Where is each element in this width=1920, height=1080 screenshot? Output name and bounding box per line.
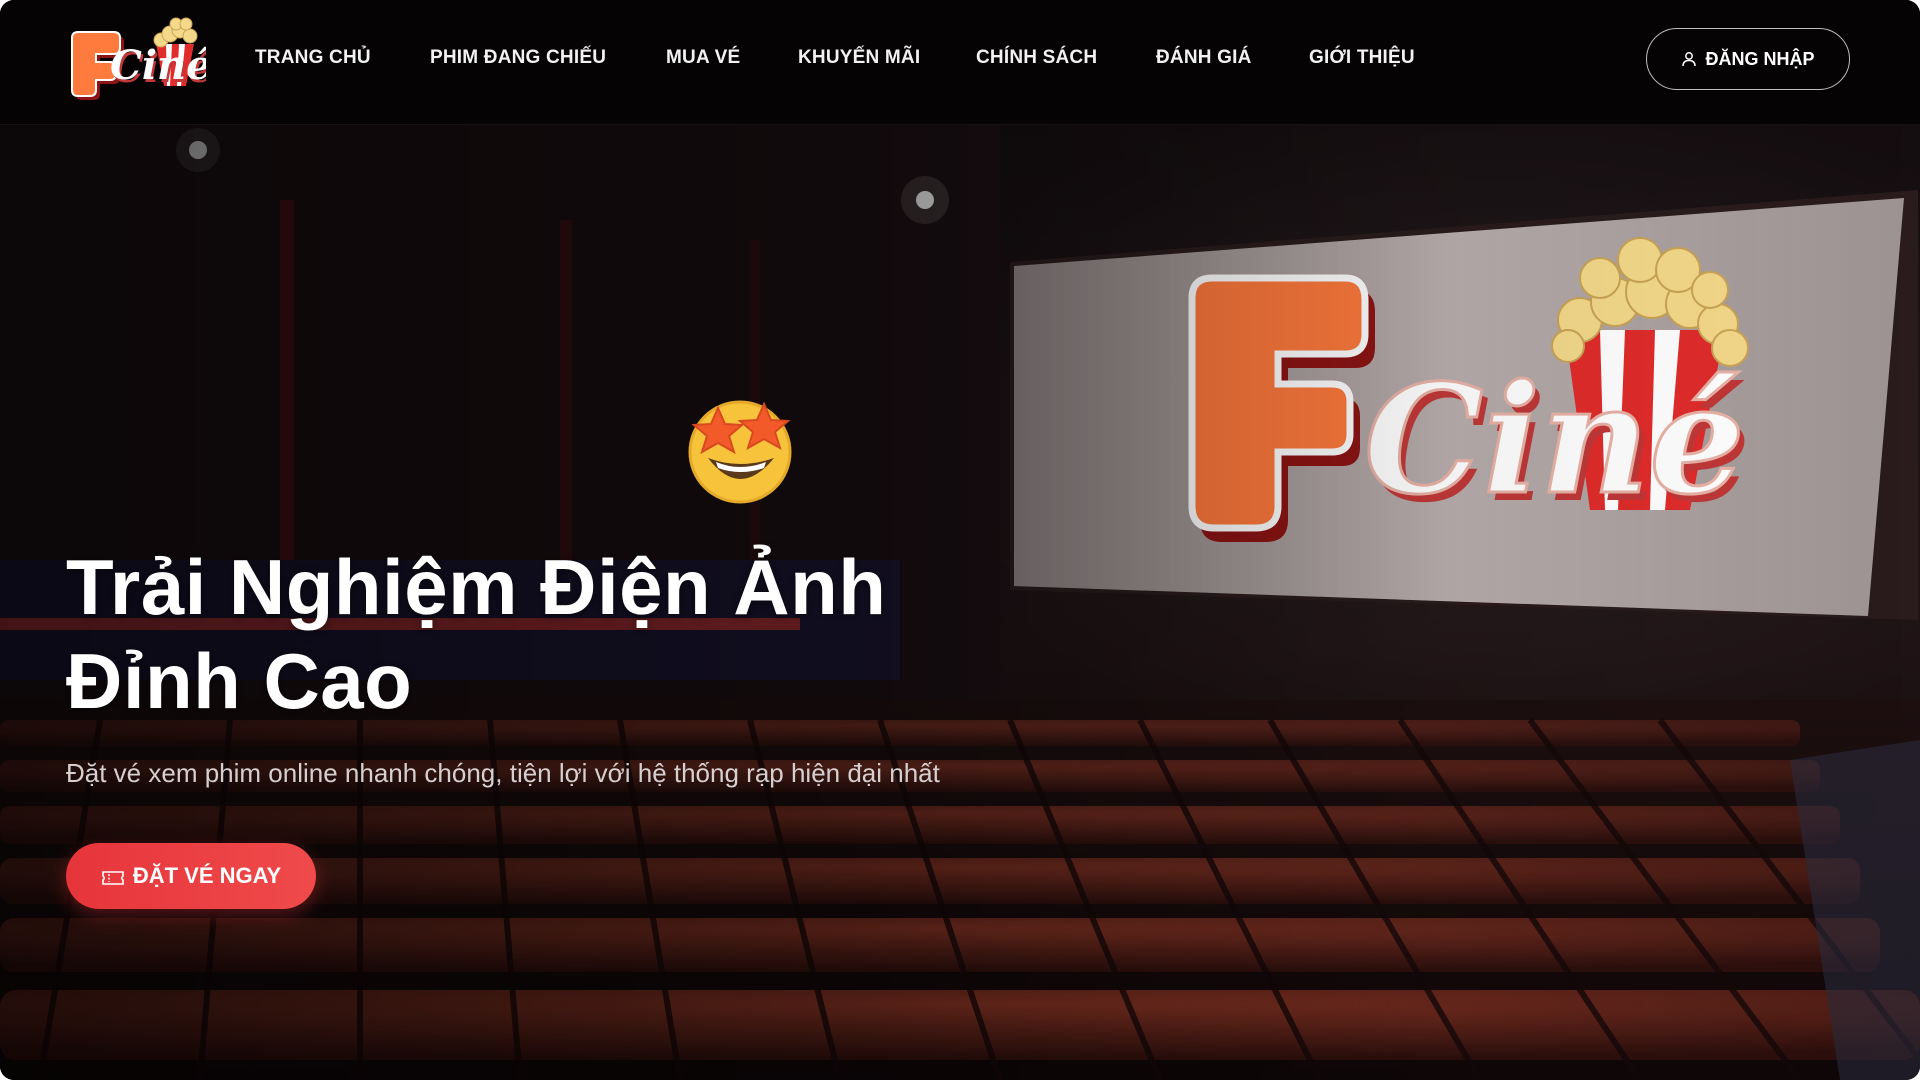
star-struck-emoji-icon [684, 392, 796, 504]
hero-title-line-1: Trải Nghiệm Điện Ảnh [66, 543, 887, 631]
nav-item-mua-ve[interactable]: MUA VÉ [666, 47, 798, 69]
landing-page: Ciné Ciné TRANG CHỦ PHIM ĐANG CHIẾU MUA … [0, 0, 1920, 1080]
hero-title: Trải Nghiệm Điện Ảnh Đỉnh Cao [66, 540, 966, 728]
login-button[interactable]: ĐĂNG NHẬP [1646, 28, 1850, 90]
brand-logo-mark: Ciné Ciné [71, 17, 214, 100]
nav-item-gioi-thieu[interactable]: GIỚI THIỆU [1309, 47, 1415, 69]
nav-item-khuyen-mai[interactable]: KHUYẾN MÃI [798, 47, 976, 69]
brand-logo[interactable]: Ciné Ciné [66, 16, 214, 102]
nav-links: TRANG CHỦ PHIM ĐANG CHIẾU MUA VÉ KHUYẾN … [255, 0, 1415, 116]
svg-text:Ciné: Ciné [110, 42, 206, 89]
nav-item-phim-dang-chieu[interactable]: PHIM ĐANG CHIẾU [430, 47, 666, 69]
book-ticket-button-label: ĐẶT VÉ NGAY [132, 863, 282, 888]
book-ticket-button[interactable]: ĐẶT VÉ NGAY [66, 843, 316, 909]
top-navbar: Ciné Ciné TRANG CHỦ PHIM ĐANG CHIẾU MUA … [0, 0, 1920, 125]
nav-item-danh-gia[interactable]: ĐÁNH GIÁ [1156, 47, 1309, 69]
nav-item-chinh-sach[interactable]: CHÍNH SÁCH [976, 47, 1156, 69]
ticket-icon [101, 867, 125, 885]
hero-subtitle: Đặt vé xem phim online nhanh chóng, tiện… [66, 758, 940, 788]
login-button-label: ĐĂNG NHẬP [1705, 48, 1815, 69]
nav-item-trang-chu[interactable]: TRANG CHỦ [255, 47, 430, 69]
user-icon [1681, 51, 1697, 67]
hero-title-line-2: Đỉnh Cao [66, 637, 413, 725]
